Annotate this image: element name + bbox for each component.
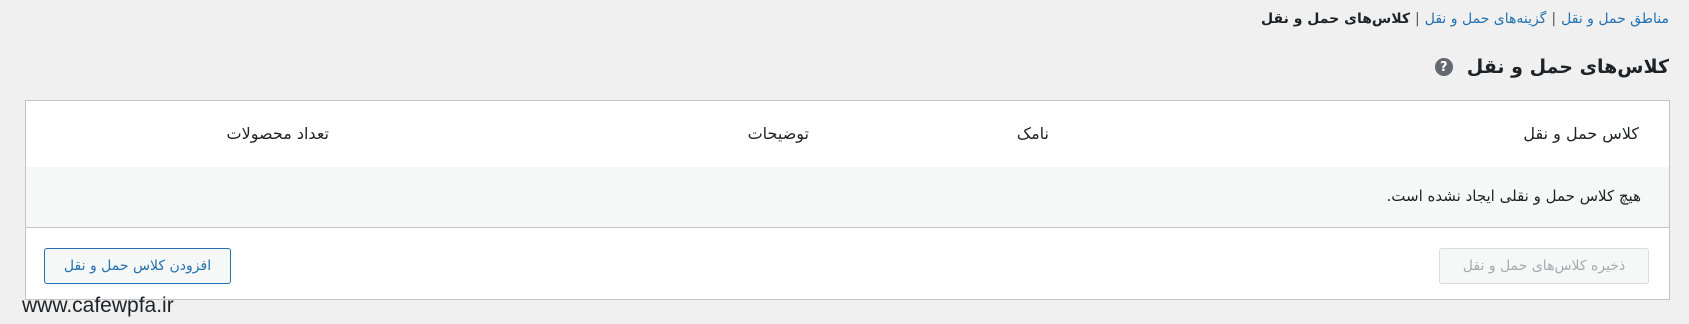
- nav-link-shipping-zones[interactable]: مناطق حمل و نقل: [1561, 8, 1669, 30]
- watermark: www.cafewpfa.ir: [22, 294, 174, 317]
- empty-row: هیچ کلاس حمل و نقلی ایجاد نشده است.: [26, 167, 1669, 228]
- nav-link-shipping-options[interactable]: گزینه‌های حمل و نقل: [1425, 8, 1547, 30]
- page-title: کلاس‌های حمل و نقل: [1466, 56, 1669, 78]
- add-shipping-class-button[interactable]: افزودن کلاس حمل و نقل: [44, 248, 231, 284]
- help-icon[interactable]: ?: [1434, 58, 1453, 76]
- subsubsub-nav: مناطق حمل و نقل | گزینه‌های حمل و نقل | …: [1261, 8, 1669, 30]
- table-header: کلاس حمل و نقل نامک توضیحات تعداد محصولا…: [26, 101, 1669, 168]
- save-shipping-classes-button[interactable]: ذخیره کلاس‌های حمل و نقل: [1439, 248, 1649, 284]
- column-header-shipping-class: کلاس حمل و نقل: [1523, 124, 1639, 143]
- nav-separator: |: [1415, 11, 1420, 27]
- column-header-description: توضیحات: [747, 124, 809, 143]
- nav-current-shipping-classes[interactable]: کلاس‌های حمل و نقل: [1261, 8, 1410, 30]
- column-header-product-count: تعداد محصولات: [226, 124, 329, 143]
- page-heading: کلاس‌های حمل و نقل ?: [1434, 52, 1669, 82]
- column-header-slug: نامک: [1016, 124, 1049, 143]
- empty-message: هیچ کلاس حمل و نقلی ایجاد نشده است.: [1386, 187, 1641, 205]
- nav-separator: |: [1551, 11, 1557, 27]
- table-footer: ذخیره کلاس‌های حمل و نقل افزودن کلاس حمل…: [26, 228, 1669, 300]
- shipping-classes-table: کلاس حمل و نقل نامک توضیحات تعداد محصولا…: [25, 100, 1670, 300]
